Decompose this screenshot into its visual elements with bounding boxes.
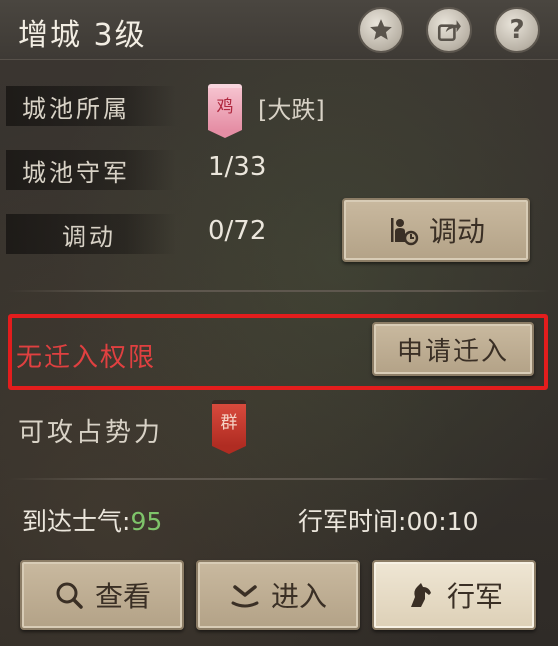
- view-button-label: 查看: [94, 580, 151, 613]
- apply-migrate-label: 申请迁入: [396, 336, 509, 367]
- march-button-label: 行军: [446, 580, 503, 613]
- star-icon: [370, 19, 392, 40]
- share-button[interactable]: [426, 7, 472, 53]
- march-time-stat: 行军时间:00:10: [298, 502, 478, 538]
- favorite-button[interactable]: [358, 7, 404, 53]
- city-info-panel: 增城 3级 ? 城池所属 鸡 [大跌] 城池守军 1/33 调动 0/72 调动…: [0, 0, 558, 646]
- divider-bottom: [8, 478, 550, 480]
- march-time-value: 00:10: [406, 507, 479, 536]
- transfer-label: 调动: [6, 214, 176, 254]
- apply-migrate-button[interactable]: 申请迁入: [372, 322, 534, 376]
- help-icon: ?: [509, 15, 525, 45]
- garrison-label: 城池守军: [6, 150, 176, 190]
- attackable-factions-label: 可攻占势力: [18, 418, 164, 448]
- enter-button[interactable]: 进入: [196, 560, 360, 630]
- morale-value: 95: [130, 507, 163, 536]
- attackable-faction-flag: 群: [212, 400, 246, 454]
- owner-label: 城池所属: [6, 86, 176, 126]
- no-permission-status: 无迁入权限: [16, 343, 157, 373]
- help-button[interactable]: ?: [494, 7, 540, 53]
- march-time-label: 行军时间:: [298, 507, 407, 536]
- enter-button-label: 进入: [270, 580, 327, 613]
- view-button[interactable]: 查看: [20, 560, 184, 630]
- attackable-flag-text: 群: [220, 413, 238, 433]
- transfer-value: 0/72: [208, 216, 267, 246]
- troop-transfer-icon: [390, 218, 419, 246]
- garrison-value: 1/33: [208, 152, 267, 182]
- morale-stat: 到达士气:95: [22, 502, 162, 538]
- enter-chevron-icon: [231, 585, 259, 608]
- city-title: 增城 3级: [18, 18, 147, 53]
- panel-header: 增城 3级 ?: [0, 0, 558, 60]
- search-icon: [56, 582, 83, 609]
- transfer-button-label: 调动: [428, 215, 485, 248]
- horse-icon: [410, 583, 431, 607]
- morale-label: 到达士气:: [22, 507, 131, 536]
- transfer-button[interactable]: 调动: [342, 198, 530, 262]
- share-icon: [437, 20, 461, 42]
- march-button[interactable]: 行军: [372, 560, 536, 630]
- owner-name: [大跌]: [258, 96, 325, 124]
- owner-faction-flag: 鸡: [208, 84, 242, 138]
- owner-flag-text: 鸡: [216, 97, 234, 117]
- divider-top: [8, 290, 550, 292]
